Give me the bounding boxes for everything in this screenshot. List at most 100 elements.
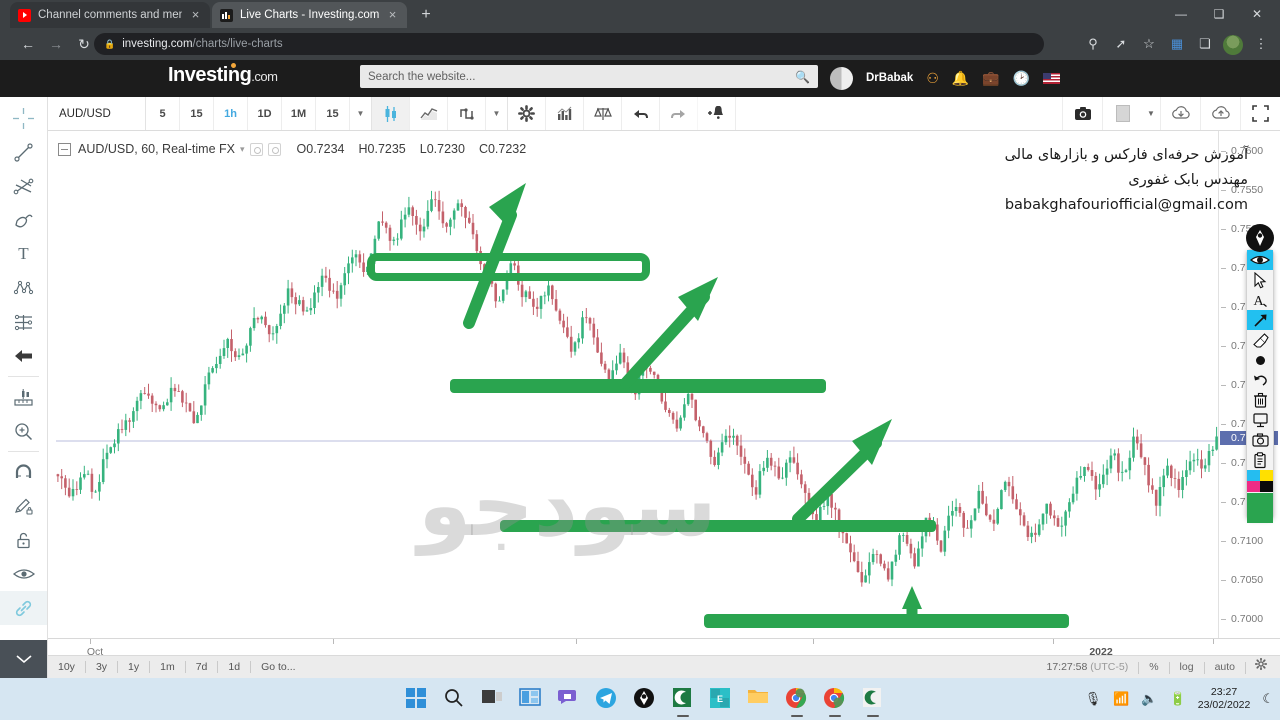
auto-scale-button[interactable]: auto	[1205, 656, 1245, 679]
moon-icon[interactable]: ☾	[1262, 691, 1274, 707]
undo-icon[interactable]	[622, 97, 660, 130]
brush-size-tool[interactable]	[1247, 350, 1273, 370]
menu-dots-icon[interactable]: ⋮	[1248, 31, 1274, 57]
pencil-lock-tool[interactable]	[0, 489, 47, 523]
evernote-icon[interactable]: E	[709, 687, 733, 711]
address-bar[interactable]: 🔒 investing.com/charts/live-charts	[94, 33, 1044, 55]
timeframe-15b[interactable]: 15	[316, 97, 350, 130]
zoom-tool[interactable]	[0, 414, 47, 448]
username-label[interactable]: DrBabak	[866, 72, 913, 84]
settings-gear-icon[interactable]	[508, 97, 546, 130]
range-3y[interactable]: 3y	[86, 656, 117, 679]
back-icon[interactable]: ←	[14, 30, 42, 58]
clock-icon[interactable]: 🕑	[1013, 70, 1030, 87]
extensions-icon[interactable]: ❏	[1192, 31, 1218, 57]
compare-icon[interactable]	[448, 97, 486, 130]
volume-icon[interactable]: 🔈	[1141, 691, 1157, 707]
range-1m[interactable]: 1m	[150, 656, 185, 679]
camera-snapshot-icon[interactable]	[1062, 97, 1102, 130]
new-tab-button[interactable]: +	[415, 4, 437, 26]
search-icon[interactable]	[443, 687, 467, 711]
symbol-selector[interactable]: AUD/USD	[48, 97, 146, 130]
start-windows-icon[interactable]	[405, 687, 429, 711]
range-7d[interactable]: 7d	[186, 656, 218, 679]
log-scale-button[interactable]: log	[1170, 656, 1204, 679]
profile-avatar[interactable]	[1220, 31, 1246, 57]
portfolio-icon[interactable]: ⚇	[926, 70, 939, 87]
settings-mini-icon[interactable]	[249, 142, 263, 156]
layout-icon[interactable]	[1102, 97, 1142, 130]
star-icon[interactable]: ☆	[1136, 31, 1162, 57]
crosshair-tool[interactable]	[0, 101, 47, 135]
timeframe-1h[interactable]: 1h	[214, 97, 248, 130]
magnifier-icon[interactable]: 🔍	[795, 70, 810, 84]
measure-tool[interactable]	[0, 380, 47, 414]
taskbar-clock[interactable]: 23:27 23/02/2022	[1198, 686, 1251, 712]
range-1d[interactable]: 1d	[218, 656, 250, 679]
compare-scales-icon[interactable]	[584, 97, 622, 130]
go-to-button[interactable]: Go to...	[251, 656, 305, 679]
collapse-tools-button[interactable]	[0, 640, 47, 678]
avatar[interactable]	[830, 66, 853, 90]
timeframe-1d[interactable]: 1D	[248, 97, 282, 130]
indicators-icon[interactable]	[546, 97, 584, 130]
text-tool[interactable]: A	[1247, 290, 1273, 310]
pattern-tool[interactable]	[0, 271, 47, 305]
search-icon[interactable]: ⚲	[1080, 31, 1106, 57]
teams-icon[interactable]	[557, 687, 581, 711]
cursor-tool[interactable]	[1247, 270, 1273, 290]
close-icon[interactable]: ×	[386, 8, 399, 21]
chrome-icon[interactable]	[785, 687, 809, 717]
active-color-swatch[interactable]	[1247, 493, 1273, 523]
color-swatch-cyan[interactable]	[1247, 470, 1260, 481]
fullscreen-icon[interactable]	[1240, 97, 1280, 130]
clear-all-tool[interactable]	[1247, 390, 1273, 410]
chrome-icon-2[interactable]	[823, 687, 847, 717]
color-swatch-yellow[interactable]	[1260, 470, 1273, 481]
screenshot-tool[interactable]	[1247, 430, 1273, 450]
hide-series-icon[interactable]	[58, 142, 71, 156]
link-tool[interactable]	[0, 591, 47, 625]
trend-line-tool[interactable]	[0, 135, 47, 169]
camtasia-icon[interactable]	[671, 687, 695, 717]
task-view-icon[interactable]	[481, 687, 505, 711]
forward-icon[interactable]: →	[42, 30, 70, 58]
minimize-button[interactable]: —	[1162, 0, 1200, 28]
wifi-icon[interactable]: 📶	[1113, 691, 1129, 707]
color-palette-row-2[interactable]	[1247, 481, 1273, 492]
eraser-tool[interactable]	[1247, 330, 1273, 350]
position-tool[interactable]	[0, 305, 47, 339]
epic-pen-icon[interactable]	[633, 687, 657, 711]
alert-bell-icon[interactable]	[698, 97, 736, 130]
legend-caret-icon[interactable]: ▾	[240, 144, 245, 155]
color-swatch-magenta[interactable]	[1247, 481, 1260, 492]
microphone-icon[interactable]: 🎙	[1085, 691, 1102, 707]
range-10y[interactable]: 10y	[48, 656, 85, 679]
share-icon[interactable]: ➚	[1108, 31, 1134, 57]
layout-caret-icon[interactable]: ▼	[1142, 97, 1160, 130]
timeframe-15[interactable]: 15	[180, 97, 214, 130]
browser-tab-investing[interactable]: Live Charts - Investing.com ×	[212, 2, 407, 28]
timeframe-5[interactable]: 5	[146, 97, 180, 130]
office-extension-icon[interactable]: ▦	[1164, 31, 1190, 57]
clipboard-tool[interactable]	[1247, 450, 1273, 470]
close-window-button[interactable]: ✕	[1238, 0, 1276, 28]
cloud-load-icon[interactable]	[1160, 97, 1200, 130]
maximize-button[interactable]: ❑	[1200, 0, 1238, 28]
epic-pen-toolbar[interactable]: A	[1246, 249, 1274, 523]
candlestick-chart-type-icon[interactable]	[372, 97, 410, 130]
chart-type-caret-icon[interactable]: ▼	[486, 97, 508, 130]
widgets-icon[interactable]	[519, 687, 543, 711]
brush-tool[interactable]	[0, 203, 47, 237]
browser-tab-youtube[interactable]: Channel comments and mention ×	[10, 2, 210, 28]
investing-logo[interactable]: Investing.com	[168, 62, 278, 87]
text-tool[interactable]: T	[0, 237, 47, 271]
redo-icon[interactable]	[660, 97, 698, 130]
arrow-tool[interactable]	[0, 339, 47, 373]
undo-tool[interactable]	[1247, 370, 1273, 390]
close-icon[interactable]: ×	[189, 8, 202, 21]
briefcase-icon[interactable]: 💼	[982, 70, 999, 87]
bell-icon[interactable]: 🔔	[952, 70, 969, 87]
bottom-settings-gear-icon[interactable]	[1246, 656, 1276, 679]
range-1y[interactable]: 1y	[118, 656, 149, 679]
